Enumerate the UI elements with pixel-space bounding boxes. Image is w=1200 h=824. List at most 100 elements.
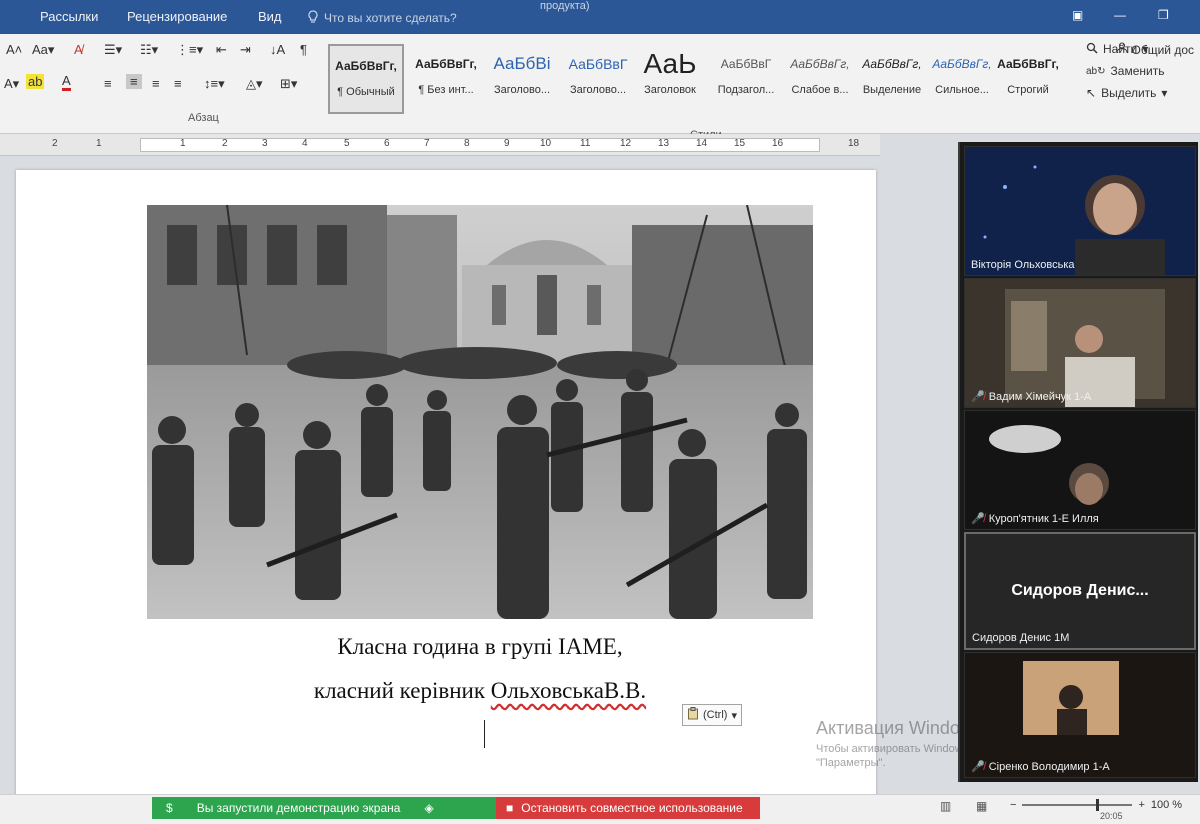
- find-label: Найти: [1103, 42, 1138, 56]
- share-screen-icon: $: [166, 801, 173, 815]
- style-normal[interactable]: АаБбВвГг, ¶ Обычный: [328, 44, 404, 114]
- bullets-icon[interactable]: ☰▾: [104, 42, 122, 58]
- align-center-icon[interactable]: ≡: [126, 74, 142, 89]
- style-no-spacing[interactable]: АаБбВвГг, ¶ Без инт...: [408, 44, 484, 114]
- zoom-slider[interactable]: [1022, 799, 1133, 811]
- participant-tile[interactable]: Вікторія Ольховська: [964, 146, 1196, 276]
- text-effects-icon[interactable]: A▾: [4, 76, 19, 92]
- zoom-slider-thumb[interactable]: [1096, 799, 1100, 811]
- style-subtitle[interactable]: АаБбВвГ Подзагол...: [708, 44, 784, 114]
- ruler-number: 13: [658, 138, 670, 149]
- lightbulb-icon: [308, 10, 318, 26]
- caption-line-1: Класна година в групі ІАМЕ,: [337, 634, 623, 659]
- decrease-indent-icon[interactable]: ⇤: [216, 42, 227, 58]
- borders-icon[interactable]: ⊞▾: [280, 76, 297, 92]
- participant-name: 🎤̸ Вадим Хімейчук 1-А: [971, 390, 1092, 404]
- muted-mic-icon: 🎤̸: [971, 513, 985, 525]
- tab-view[interactable]: Вид: [258, 9, 282, 24]
- select-label: Выделить: [1101, 86, 1157, 100]
- ruler-number: 16: [772, 138, 784, 149]
- window-title-fragment: продукта): [540, 0, 590, 12]
- ruler-number: 7: [424, 138, 430, 149]
- read-mode-icon[interactable]: ▥: [940, 799, 951, 813]
- minimize-icon[interactable]: —: [1114, 8, 1126, 22]
- ruler-number: 1: [180, 138, 186, 149]
- grow-font-icon[interactable]: A˄: [6, 42, 22, 57]
- justify-icon[interactable]: ≡: [174, 76, 182, 91]
- replace-icon: ab↻: [1086, 65, 1106, 77]
- paste-options-button[interactable]: (Ctrl) ▾: [682, 704, 742, 726]
- zoom-level: 100 %: [1150, 799, 1183, 811]
- align-right-icon[interactable]: ≡: [152, 76, 160, 91]
- style-intense-emphasis[interactable]: АаБбВвГг, Сильное...: [924, 44, 1000, 114]
- select-button[interactable]: ↖ Выделить ▾: [1086, 82, 1196, 104]
- styles-gallery: АаБбВвГг, ¶ Обычный АаБбВвГг, ¶ Без инт.…: [326, 44, 1066, 114]
- style-heading-2[interactable]: АаБбВвГ Заголово...: [560, 44, 636, 114]
- tab-mailings[interactable]: Рассылки: [40, 9, 98, 24]
- multilevel-list-icon[interactable]: ⋮≡▾: [176, 42, 203, 58]
- participant-name: Сидоров Денис 1М: [972, 632, 1070, 644]
- highlight-icon[interactable]: ab: [26, 74, 45, 89]
- clear-format-icon[interactable]: A̸: [74, 42, 83, 57]
- style-title[interactable]: АаЬ Заголовок: [632, 44, 708, 114]
- ruler-number: 11: [580, 138, 591, 149]
- ruler-number: 14: [696, 138, 708, 149]
- menu-bar: Рассылки Рецензирование Вид продукта) Чт…: [0, 0, 1200, 34]
- ruler-number: 3: [262, 138, 268, 149]
- zoom-in-icon[interactable]: +: [1138, 799, 1144, 811]
- font-color-icon[interactable]: A: [62, 74, 71, 91]
- shield-icon: ◈: [424, 801, 434, 815]
- pilcrow-icon[interactable]: ¶: [300, 42, 307, 57]
- ruler-number: 12: [620, 138, 632, 149]
- editing-group: Найти ▾ ab↻ Заменить ↖ Выделить ▾: [1086, 38, 1196, 104]
- style-emphasis[interactable]: АаБбВвГг, Выделение: [854, 44, 930, 114]
- change-case-button[interactable]: Aa▾: [32, 42, 54, 58]
- text-cursor: [484, 720, 485, 748]
- tab-review[interactable]: Рецензирование: [127, 9, 227, 24]
- participant-name: Вікторія Ольховська: [971, 259, 1075, 271]
- participant-name: 🎤̸ Куроп'ятник 1-Е Илля: [971, 512, 1099, 526]
- tell-me-box[interactable]: Что вы хотите сделать?: [308, 10, 457, 26]
- sort-icon[interactable]: ↓A: [270, 42, 285, 57]
- caption-line-2-prefix: класний керівник: [313, 678, 491, 703]
- participant-tile[interactable]: 🎤̸ Сіренко Володимир 1-А: [964, 652, 1196, 778]
- ruler-active-area: [140, 138, 820, 152]
- replace-button[interactable]: ab↻ Заменить: [1086, 60, 1196, 82]
- clipboard-icon: [687, 707, 699, 723]
- ribbon-display-icon[interactable]: ▣: [1072, 8, 1083, 22]
- shading-icon[interactable]: ◬▾: [246, 76, 263, 92]
- clock: 20:05: [1100, 811, 1123, 821]
- muted-mic-icon: 🎤̸: [971, 391, 985, 403]
- ruler-number: 15: [734, 138, 746, 149]
- find-button[interactable]: Найти ▾: [1086, 38, 1196, 60]
- zoom-control[interactable]: − + 100 %: [1010, 799, 1182, 811]
- ruler-number: 18: [848, 138, 860, 149]
- search-icon: [1086, 42, 1098, 57]
- ruler-number: 8: [464, 138, 470, 149]
- participant-tile[interactable]: 🎤̸ Вадим Хімейчук 1-А: [964, 278, 1196, 408]
- caption-line-2: класний керівник ОльховськаВ.В.: [150, 678, 810, 704]
- ruler-number: 6: [384, 138, 390, 149]
- ruler-number: 5: [344, 138, 350, 149]
- print-layout-icon[interactable]: ▦: [976, 799, 987, 813]
- line-spacing-icon[interactable]: ↕≡▾: [204, 76, 225, 92]
- numbering-icon[interactable]: ☷▾: [140, 42, 158, 58]
- participant-video: [965, 279, 1195, 407]
- cursor-arrow-icon: ↖: [1086, 86, 1097, 100]
- increase-indent-icon[interactable]: ⇥: [240, 42, 251, 58]
- stop-sharing-button[interactable]: ■ Остановить совместное использование: [496, 797, 760, 819]
- ruler-number: 9: [504, 138, 510, 149]
- ruler-number: 1: [96, 138, 102, 149]
- style-strong[interactable]: АаБбВвГг, Строгий: [990, 44, 1066, 114]
- historical-photo: [147, 205, 813, 619]
- align-left-icon[interactable]: ≡: [104, 76, 112, 91]
- style-heading-1[interactable]: АаБбВі Заголово...: [484, 44, 560, 114]
- participant-tile[interactable]: Сидоров Денис... Сидоров Денис 1М: [964, 532, 1196, 650]
- ruler-number: 10: [540, 138, 552, 149]
- zoom-out-icon[interactable]: −: [1010, 799, 1016, 811]
- style-subtle-emphasis[interactable]: АаБбВвГг, Слабое в...: [782, 44, 858, 114]
- horizontal-ruler[interactable]: 2 1 1 2 3 4 5 6 7 8 9 10 11 12 13 14 15 …: [0, 134, 880, 156]
- participant-tile[interactable]: 🎤̸ Куроп'ятник 1-Е Илля: [964, 410, 1196, 530]
- video-participants-panel: Вікторія Ольховська 🎤̸ Вадим Хімейчук 1-А…: [958, 142, 1198, 782]
- restore-icon[interactable]: ❐: [1158, 8, 1169, 22]
